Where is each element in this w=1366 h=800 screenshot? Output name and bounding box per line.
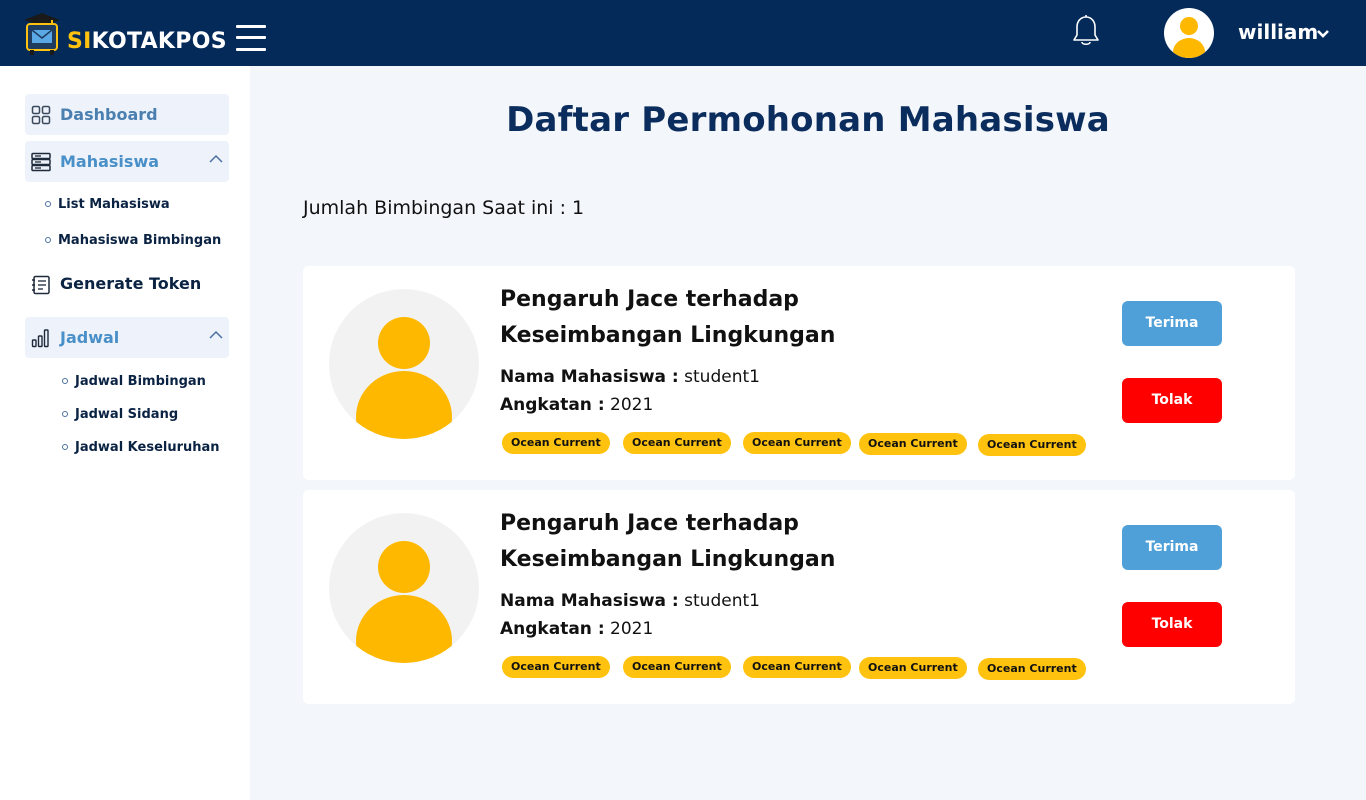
top-navbar: SIKOTAKPOS william: [0, 0, 1366, 66]
user-avatar-icon: [356, 317, 452, 439]
topic-tag: Ocean Current: [623, 656, 731, 678]
sidebar-item-mahasiswa[interactable]: Mahasiswa: [25, 141, 229, 182]
sidebar-item-label: Generate Token: [60, 274, 202, 293]
accept-button[interactable]: Terima: [1122, 525, 1222, 570]
hamburger-menu-icon[interactable]: [236, 24, 266, 52]
student-name: Nama Mahasiswa : student1: [500, 367, 760, 387]
sidebar-sub-jadwal-keseluruhan[interactable]: Jadwal Keseluruhan: [62, 440, 220, 455]
request-card: Pengaruh Jace terhadap Keseimbangan Ling…: [303, 490, 1295, 704]
brand-name[interactable]: SIKOTAKPOS: [67, 29, 227, 54]
year-label: Angkatan :: [500, 395, 605, 415]
thesis-title: Pengaruh Jace terhadap Keseimbangan Ling…: [500, 282, 920, 354]
bullet-icon: [45, 236, 51, 243]
topic-tag: Ocean Current: [978, 658, 1086, 680]
server-list-icon: [31, 152, 51, 172]
token-document-icon: [32, 275, 50, 295]
sidebar-sub-list-mahasiswa[interactable]: List Mahasiswa: [45, 197, 170, 212]
bar-chart-icon: [31, 329, 49, 348]
sidebar-item-generate-token[interactable]: Generate Token: [25, 264, 229, 305]
sidebar-item-dashboard[interactable]: Dashboard: [25, 94, 229, 135]
sidebar-item-jadwal[interactable]: Jadwal: [25, 317, 229, 358]
topic-tag: Ocean Current: [743, 432, 851, 454]
sub-label: Jadwal Keseluruhan: [75, 440, 220, 455]
name-label: Nama Mahasiswa :: [500, 367, 679, 387]
thesis-title-line: Pengaruh Jace terhadap: [500, 287, 799, 312]
sidebar-item-label: Dashboard: [60, 105, 158, 124]
bullet-icon: [45, 200, 51, 207]
user-avatar-icon: [356, 541, 452, 663]
topic-tag: Ocean Current: [623, 432, 731, 454]
student-name: Nama Mahasiswa : student1: [500, 591, 760, 611]
topic-tag: Ocean Current: [978, 434, 1086, 456]
bullet-icon: [62, 443, 68, 450]
year-value: 2021: [610, 395, 654, 415]
sub-label: Mahasiswa Bimbingan: [58, 233, 222, 248]
name-value: student1: [684, 591, 760, 611]
reject-button[interactable]: Tolak: [1122, 378, 1222, 423]
user-avatar-icon: [1173, 17, 1205, 58]
topic-tag: Ocean Current: [502, 432, 610, 454]
user-avatar[interactable]: [1164, 8, 1214, 58]
thesis-title-line: Pengaruh Jace terhadap: [500, 511, 799, 536]
sidebar-sub-jadwal-sidang[interactable]: Jadwal Sidang: [62, 407, 178, 422]
thesis-title-line: Keseimbangan Lingkungan: [500, 323, 836, 348]
sidebar-sub-jadwal-bimbingan[interactable]: Jadwal Bimbingan: [62, 374, 206, 389]
year-label: Angkatan :: [500, 619, 605, 639]
student-avatar: [329, 513, 479, 663]
student-year: Angkatan : 2021: [500, 395, 653, 415]
topic-tag: Ocean Current: [743, 656, 851, 678]
brand-rest: KOTAKPOS: [91, 29, 227, 54]
chevron-up-icon[interactable]: [209, 330, 223, 340]
student-year: Angkatan : 2021: [500, 619, 653, 639]
topic-tag: Ocean Current: [859, 433, 967, 455]
bell-icon[interactable]: [1071, 14, 1101, 48]
bullet-icon: [62, 377, 68, 384]
sidebar-sub-mahasiswa-bimbingan[interactable]: Mahasiswa Bimbingan: [45, 233, 221, 248]
name-label: Nama Mahasiswa :: [500, 591, 679, 611]
bullet-icon: [62, 410, 68, 417]
sidebar-item-label: Jadwal: [60, 328, 120, 347]
sub-label: Jadwal Sidang: [75, 407, 179, 422]
sub-label: List Mahasiswa: [58, 197, 170, 212]
student-avatar: [329, 289, 479, 439]
chevron-up-icon[interactable]: [209, 154, 223, 164]
reject-button[interactable]: Tolak: [1122, 602, 1222, 647]
thesis-title-line: Keseimbangan Lingkungan: [500, 547, 836, 572]
username-dropdown[interactable]: william: [1238, 20, 1318, 44]
sidebar-item-label: Mahasiswa: [60, 152, 160, 171]
name-value: student1: [684, 367, 760, 387]
request-card: Pengaruh Jace terhadap Keseimbangan Ling…: [303, 266, 1295, 480]
thesis-title: Pengaruh Jace terhadap Keseimbangan Ling…: [500, 506, 920, 578]
brand-prefix: SI: [67, 29, 92, 54]
sub-label: Jadwal Bimbingan: [75, 374, 206, 389]
topic-tag: Ocean Current: [502, 656, 610, 678]
accept-button[interactable]: Terima: [1122, 301, 1222, 346]
supervision-count: Jumlah Bimbingan Saat ini : 1: [303, 197, 585, 219]
dashboard-grid-icon: [31, 105, 51, 125]
chevron-down-icon[interactable]: [1316, 29, 1330, 39]
page-title: Daftar Permohonan Mahasiswa: [506, 100, 1110, 140]
topic-tag: Ocean Current: [859, 657, 967, 679]
mailbox-logo-icon[interactable]: [22, 12, 62, 56]
year-value: 2021: [610, 619, 654, 639]
